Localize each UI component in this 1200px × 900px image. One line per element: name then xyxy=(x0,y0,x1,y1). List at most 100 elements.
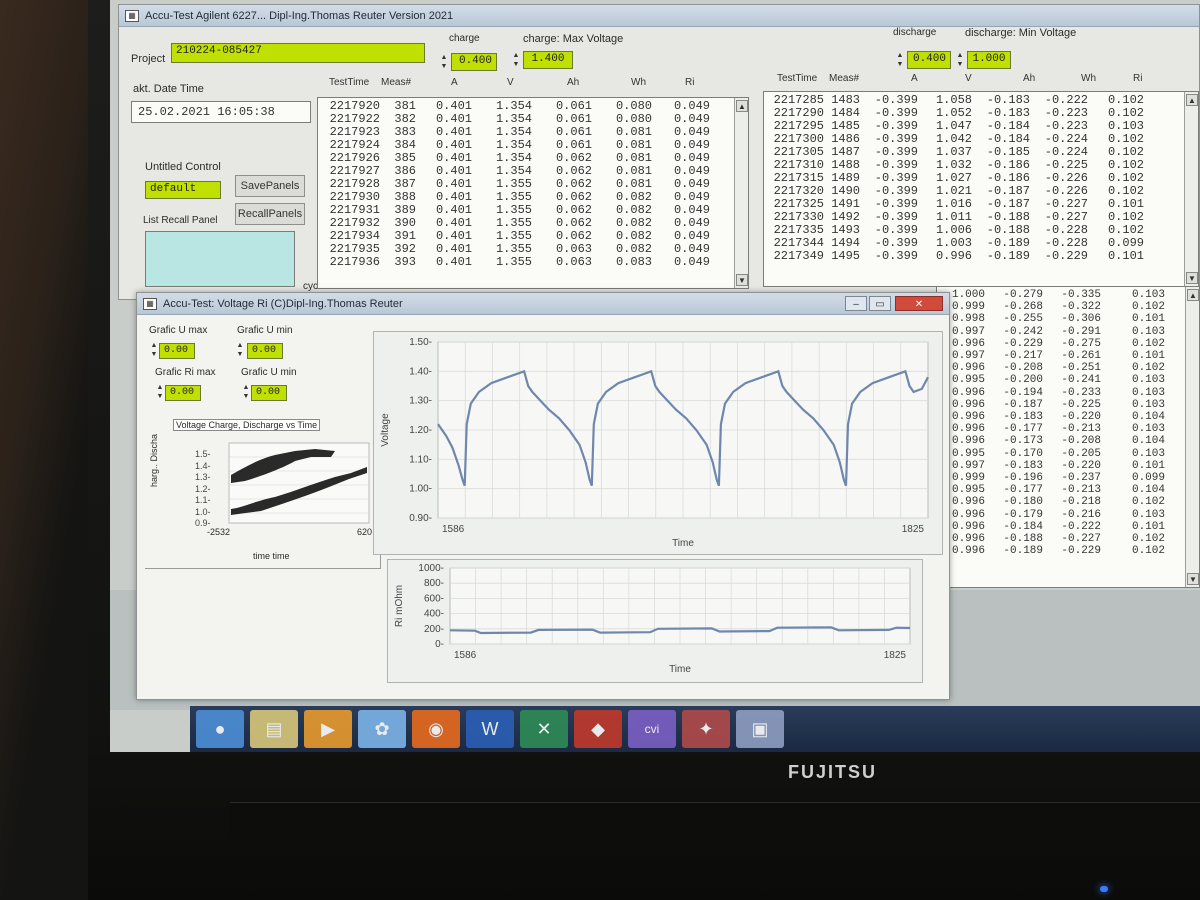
table-cell: -0.218 xyxy=(1061,496,1101,509)
table-cell: -0.187 xyxy=(1003,398,1043,411)
table-cell: -0.261 xyxy=(1061,350,1101,363)
table-cell: -0.208 xyxy=(1061,435,1101,448)
firefox-icon[interactable]: ◉ xyxy=(412,710,460,748)
table-cell: 0.063 xyxy=(555,255,592,269)
table-cell: 0.103 xyxy=(1131,447,1165,460)
charge-header-a: A xyxy=(451,77,458,88)
start-orb-icon[interactable]: ● xyxy=(196,710,244,748)
explorer-icon[interactable]: ▤ xyxy=(250,710,298,748)
table-cell: -0.229 xyxy=(1003,337,1043,350)
voltage-chart-ytick-label: 1.10- xyxy=(409,454,432,465)
graph-window-titlebar[interactable]: ▦ Accu-Test: Voltage Ri (C)Dipl-Ing.Thom… xyxy=(137,293,949,315)
cycle-table-scrollbar[interactable]: ▲ ▼ xyxy=(1185,287,1199,587)
app-red-icon[interactable]: ◆ xyxy=(574,710,622,748)
cycle-table-row: 0.996 -0.188 -0.227 0.102 xyxy=(941,533,1165,545)
table-cell: 393 xyxy=(394,255,416,269)
cycle-table-row: 0.997 -0.183 -0.220 0.101 xyxy=(941,460,1165,472)
umin-spinner[interactable]: ▲ ▼ xyxy=(235,341,245,361)
tool-icon[interactable]: ✦ xyxy=(682,710,730,748)
discharge-minv-input[interactable]: 1.000 xyxy=(967,51,1011,69)
voltage-chart-xtick-label: 1825 xyxy=(902,524,925,535)
save-panels-button[interactable]: SavePanels xyxy=(235,175,305,197)
discharge-label: discharge xyxy=(893,27,937,38)
power-led xyxy=(1100,886,1108,892)
table-cell: -0.200 xyxy=(1003,374,1043,387)
table-cell: -0.208 xyxy=(1003,362,1043,375)
media-player-icon[interactable]: ▶ xyxy=(304,710,352,748)
charge-maxv-label: charge: Max Voltage xyxy=(523,33,624,45)
date-display: 25.02.2021 16:05:38 xyxy=(131,101,311,123)
mini-chart-ylabel: harg.. Discha xyxy=(149,433,159,487)
charge-table[interactable]: 2217920 381 0.401 1.354 0.061 0.080 0.049 22179… xyxy=(317,97,749,289)
mini-chart-ytick: 1.5- xyxy=(195,449,211,459)
rimax-spinner[interactable]: ▲ ▼ xyxy=(155,383,165,403)
table-cell: 0.103 xyxy=(1131,508,1165,521)
cvi-icon[interactable]: cvi xyxy=(628,710,676,748)
umax-input[interactable]: 0.00 xyxy=(159,343,195,359)
table-cell: -0.183 xyxy=(1003,411,1043,424)
charge-maxv-spinner[interactable]: ▲ ▼ xyxy=(511,51,521,71)
table-cell: -0.194 xyxy=(1003,386,1043,399)
rimax-input[interactable]: 0.00 xyxy=(165,385,201,401)
voltage-chart-ytick-label: 1.30- xyxy=(409,396,432,407)
table-cell: 0.103 xyxy=(1131,374,1165,387)
table-cell: 0.401 xyxy=(435,255,472,269)
charge-current-input[interactable]: 0.400 xyxy=(451,53,497,71)
umax-label: Grafic U max xyxy=(149,325,208,336)
mini-chart-yaxis: 1.5- 1.4- 1.3- 1.2- 1.1- 1.0- 0.9- xyxy=(195,449,211,530)
discharge-header-wh: Wh xyxy=(1081,73,1096,84)
discharge-table[interactable]: 2217285 1483 -0.399 1.058 -0.183 -0.222 0.102 2… xyxy=(763,91,1199,287)
cycle-table-row: 0.999 -0.196 -0.237 0.099 xyxy=(941,472,1165,484)
ri-chart-xlabel: Time xyxy=(669,664,691,675)
umax-spinner[interactable]: ▲ ▼ xyxy=(149,341,159,361)
taskbar: ● ▤ ▶ ✿ ◉ W ✕ ◆ cvi ✦ ▣ xyxy=(190,706,1200,752)
table-cell: 0.103 xyxy=(1131,386,1165,399)
minimize-icon[interactable]: – xyxy=(845,296,867,311)
discharge-current-input[interactable]: 0.400 xyxy=(907,51,951,69)
table-cell: -0.399 xyxy=(874,249,918,263)
table-cell: 0.103 xyxy=(1131,289,1165,301)
mini-chart-ytick: 1.0- xyxy=(195,506,211,517)
word-icon[interactable]: W xyxy=(466,710,514,748)
umin2-label: Grafic U min xyxy=(241,367,297,378)
scroll-down-icon[interactable]: ▼ xyxy=(1186,272,1198,284)
close-icon[interactable]: ✕ xyxy=(895,296,943,311)
charge-table-scrollbar[interactable]: ▲ ▼ xyxy=(734,98,748,288)
graph-window: ▦ Accu-Test: Voltage Ri (C)Dipl-Ing.Thom… xyxy=(136,292,950,700)
scroll-up-icon[interactable]: ▲ xyxy=(1186,94,1198,106)
umin-input[interactable]: 0.00 xyxy=(247,343,283,359)
recall-panel-list[interactable] xyxy=(145,231,295,287)
excel-icon[interactable]: ✕ xyxy=(520,710,568,748)
maximize-icon[interactable]: ▭ xyxy=(869,296,891,311)
discharge-spinner[interactable]: ▲ ▼ xyxy=(895,51,905,71)
scroll-up-icon[interactable]: ▲ xyxy=(1187,289,1199,301)
mini-chart-ytick: 1.1- xyxy=(195,495,211,505)
accutest-icon[interactable]: ▣ xyxy=(736,710,784,748)
charge-maxv-input[interactable]: 1.400 xyxy=(523,51,573,69)
recall-panels-button[interactable]: RecallPanels xyxy=(235,203,305,225)
laptop-hinge xyxy=(230,802,1200,850)
cycle-table-row: 0.995 -0.177 -0.213 0.104 xyxy=(941,484,1165,496)
scroll-up-icon[interactable]: ▲ xyxy=(736,100,748,112)
table-cell: -0.179 xyxy=(1003,508,1043,521)
cycle-table[interactable]: 1.000 -0.279 -0.335 0.103 0.999 -0.268 -0.322 0… xyxy=(936,286,1200,588)
table-cell: -0.229 xyxy=(1061,545,1101,558)
main-window-titlebar[interactable]: ▦ Accu-Test Agilent 6227... Dipl-Ing.Tho… xyxy=(119,5,1199,27)
scroll-down-icon[interactable]: ▼ xyxy=(1187,573,1199,585)
cycle-table-body: 1.000 -0.279 -0.335 0.103 0.999 -0.268 -0.322 0… xyxy=(941,289,1165,557)
network-icon[interactable]: ✿ xyxy=(358,710,406,748)
umin2-input[interactable]: 0.00 xyxy=(251,385,287,401)
scroll-down-icon[interactable]: ▼ xyxy=(736,274,748,286)
discharge-table-scrollbar[interactable]: ▲ ▼ xyxy=(1184,92,1198,286)
charge-spinner[interactable]: ▲ ▼ xyxy=(439,53,449,73)
app-icon: ▦ xyxy=(143,297,157,310)
project-input[interactable]: 210224-085427 xyxy=(171,43,425,63)
table-cell: 1.355 xyxy=(495,255,532,269)
table-cell: 1495 xyxy=(831,249,860,263)
untitled-control-input[interactable]: default xyxy=(145,181,221,199)
cycle-table-row: 0.996 -0.184 -0.222 0.101 xyxy=(941,521,1165,533)
cycle-table-row: 0.996 -0.177 -0.213 0.103 xyxy=(941,423,1165,435)
charge-header-testtime: TestTime xyxy=(329,77,370,88)
discharge-minv-spinner[interactable]: ▲ ▼ xyxy=(955,51,965,71)
umin2-spinner[interactable]: ▲ ▼ xyxy=(241,383,251,403)
